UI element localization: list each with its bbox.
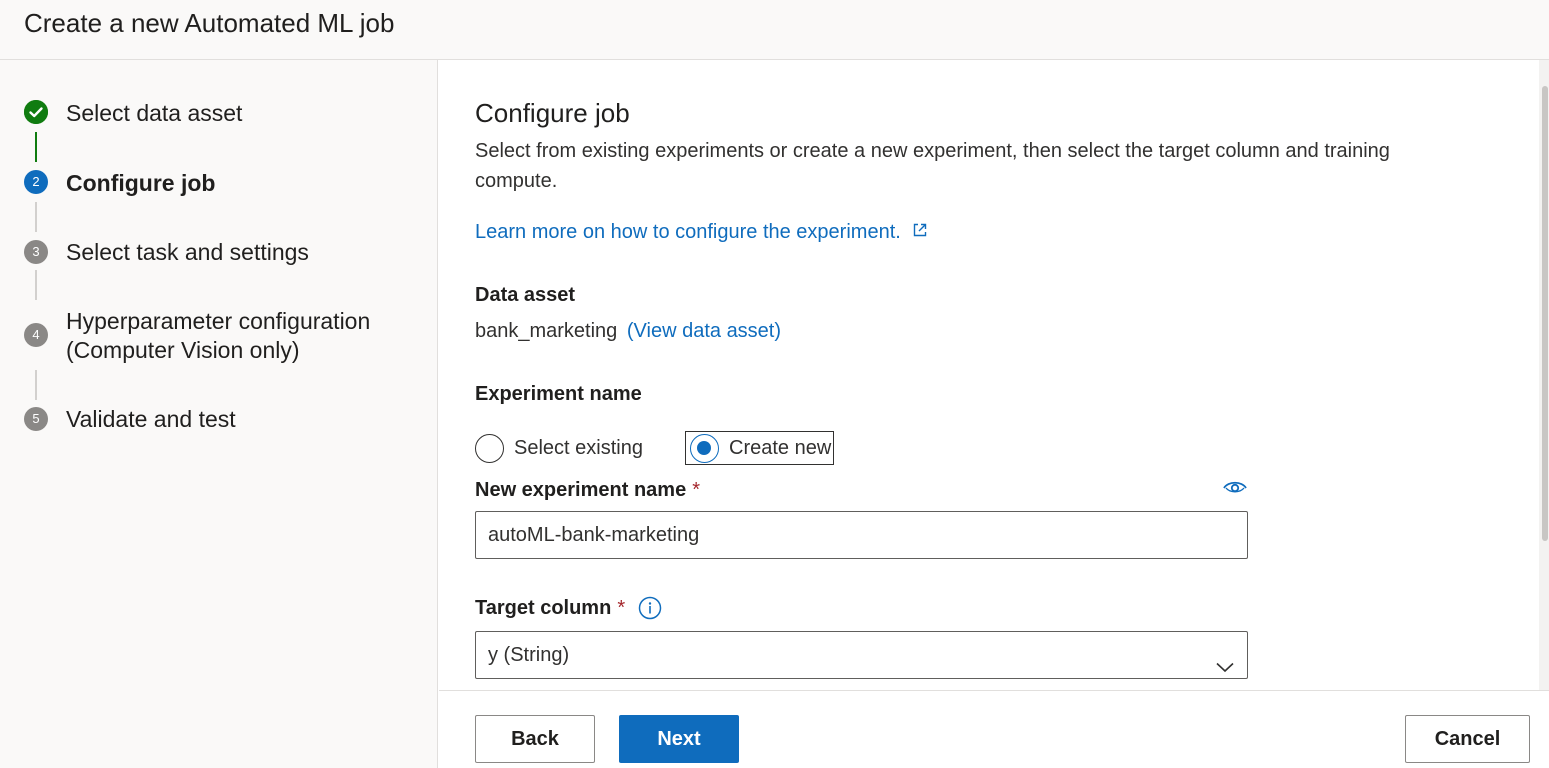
back-button[interactable]: Back <box>475 715 595 763</box>
info-icon[interactable] <box>638 596 662 625</box>
learn-more-text[interactable]: Learn more on how to configure the exper… <box>475 221 901 243</box>
new-experiment-name-label: New experiment name * <box>475 479 700 502</box>
page-header: Create a new Automated ML job <box>0 0 1549 60</box>
step-1-label[interactable]: Select data asset <box>66 99 242 128</box>
radio-create-new-label: Create new <box>729 436 832 459</box>
step-3-number: 3 <box>24 240 48 264</box>
scrollbar-thumb[interactable] <box>1542 86 1548 541</box>
required-mark: * <box>617 597 626 619</box>
radio-circle-unchecked[interactable] <box>475 433 504 463</box>
target-column-dropdown[interactable]: y (String) <box>475 631 1248 679</box>
step-1-complete-icon <box>24 100 48 124</box>
step-connector <box>35 370 37 400</box>
section-title: Configure job <box>475 98 630 128</box>
new-experiment-name-input[interactable]: autoML-bank-marketing <box>475 511 1248 559</box>
external-link-icon <box>912 221 928 244</box>
section-description: Select from existing experiments or crea… <box>475 140 1390 192</box>
radio-circle-checked[interactable] <box>690 433 719 463</box>
eye-icon[interactable] <box>1222 477 1248 502</box>
checkmark-icon <box>24 100 48 124</box>
step-4-label-line1: Hyperparameter configuration <box>66 308 371 334</box>
vertical-scrollbar[interactable] <box>1539 60 1549 690</box>
radio-select-existing[interactable]: Select existing <box>475 431 643 465</box>
wizard-footer <box>439 690 1549 768</box>
step-2-number: 2 <box>24 170 48 194</box>
data-asset-label: Data asset <box>475 284 576 306</box>
step-4-label[interactable]: Hyperparameter configuration (Computer V… <box>66 307 370 365</box>
data-asset-name: bank_marketing <box>475 320 618 342</box>
step-connector <box>35 132 37 162</box>
page-title: Create a new Automated ML job <box>24 8 395 38</box>
step-connector <box>35 202 37 232</box>
experiment-name-label: Experiment name <box>475 383 642 405</box>
learn-more-link[interactable]: Learn more on how to configure the exper… <box>475 221 928 244</box>
step-4-number: 4 <box>24 323 48 347</box>
target-column-label: Target column * <box>475 597 625 620</box>
new-experiment-name-label-text: New experiment name <box>475 479 687 501</box>
cancel-button[interactable]: Cancel <box>1405 715 1530 763</box>
step-2-label[interactable]: Configure job <box>66 169 215 198</box>
chevron-down-icon <box>1215 646 1235 692</box>
step-3-label[interactable]: Select task and settings <box>66 238 309 267</box>
data-asset-value-row: bank_marketing (View data asset) <box>475 320 781 343</box>
step-5-number: 5 <box>24 407 48 431</box>
radio-select-existing-label: Select existing <box>514 436 643 459</box>
step-5-label[interactable]: Validate and test <box>66 405 236 434</box>
radio-create-new[interactable]: Create new <box>685 431 835 465</box>
target-column-selected-value: y (String) <box>488 644 570 666</box>
target-column-label-text: Target column <box>475 597 612 619</box>
next-button[interactable]: Next <box>619 715 739 763</box>
required-mark: * <box>692 479 700 501</box>
wizard-steps-sidebar: Select data asset 2 Configure job 3 Sele… <box>0 60 438 768</box>
step-connector <box>35 270 37 300</box>
step-4-label-line2: (Computer Vision only) <box>66 337 300 363</box>
view-data-asset-link[interactable]: (View data asset) <box>627 320 781 342</box>
